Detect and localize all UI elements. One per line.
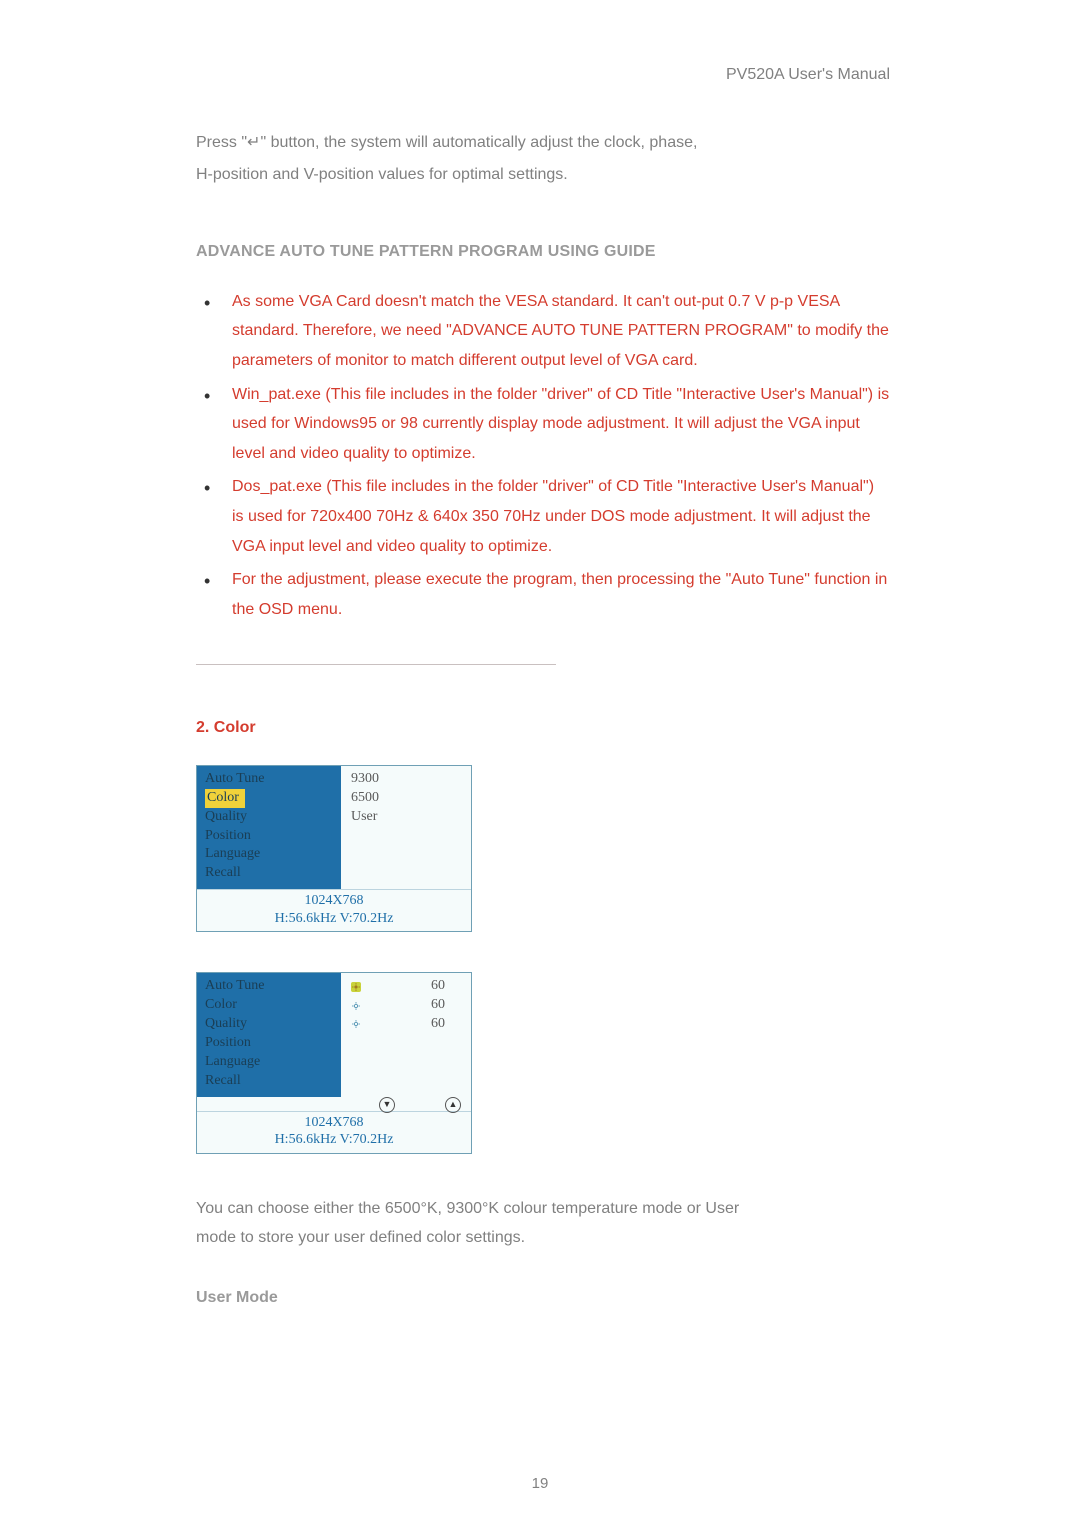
osd-menu-user-color: Auto Tune Color Quality Position Languag… bbox=[196, 972, 472, 1153]
osd-resolution: 1024X768 bbox=[197, 892, 471, 910]
osd-slider-row: 60 bbox=[351, 1015, 465, 1034]
osd-slider-row: 60 bbox=[351, 977, 465, 996]
osd-right-options: 9300 6500 User bbox=[341, 766, 471, 889]
arrow-down-icon: ▼ bbox=[379, 1097, 395, 1113]
osd-item-language: Language bbox=[205, 1053, 335, 1072]
section-2-color-heading: 2. Color bbox=[196, 713, 890, 743]
osd-item-color: Color bbox=[205, 996, 335, 1015]
user-mode-heading: User Mode bbox=[196, 1283, 890, 1313]
osd-item-color: Color bbox=[205, 789, 335, 808]
intro-text: Press " bbox=[196, 134, 247, 151]
arrow-up-icon: ▲ bbox=[445, 1097, 461, 1113]
osd-slider-value: 60 bbox=[431, 977, 445, 996]
osd-option: User bbox=[351, 808, 465, 827]
osd-item-quality: Quality bbox=[205, 808, 335, 827]
osd-left-menu: Auto Tune Color Quality Position Languag… bbox=[197, 973, 341, 1096]
osd-footer: 1024X768 H:56.6kHz V:70.2Hz bbox=[197, 1111, 471, 1153]
header-title: PV520A User's Manual bbox=[726, 60, 890, 90]
osd-option: 9300 bbox=[351, 770, 465, 789]
osd-item-auto-tune: Auto Tune bbox=[205, 770, 335, 789]
osd-slider-value: 60 bbox=[431, 996, 445, 1015]
osd-frequency: H:56.6kHz V:70.2Hz bbox=[197, 910, 471, 928]
intro-text: H-position and V-position values for opt… bbox=[196, 160, 890, 190]
outro-text: mode to store your user defined color se… bbox=[196, 1223, 890, 1253]
osd-right-sliders: 60 60 60 bbox=[341, 973, 471, 1096]
outro-paragraph: You can choose either the 6500°K, 9300°K… bbox=[196, 1194, 890, 1253]
outro-text: You can choose either the 6500°K, 9300°K… bbox=[196, 1194, 890, 1224]
osd-left-menu: Auto Tune Color Quality Position Languag… bbox=[197, 766, 341, 889]
list-item: Dos_pat.exe (This file includes in the f… bbox=[190, 472, 890, 561]
osd-item-quality: Quality bbox=[205, 1015, 335, 1034]
intro-text: " button, the system will automatically … bbox=[260, 134, 697, 151]
page-number: 19 bbox=[0, 1470, 1080, 1498]
osd-frequency: H:56.6kHz V:70.2Hz bbox=[197, 1131, 471, 1149]
sun-icon bbox=[351, 982, 361, 992]
osd-slider-value: 60 bbox=[431, 1015, 445, 1034]
advance-guide-heading: ADVANCE AUTO TUNE PATTERN PROGRAM USING … bbox=[196, 237, 890, 267]
osd-item-language: Language bbox=[205, 845, 335, 864]
osd-resolution: 1024X768 bbox=[197, 1114, 471, 1132]
osd-item-position: Position bbox=[205, 827, 335, 846]
divider bbox=[196, 664, 556, 665]
osd-nav-row: ▼ ▲ bbox=[197, 1097, 471, 1111]
osd-item-recall: Recall bbox=[205, 1072, 335, 1091]
osd-item-position: Position bbox=[205, 1034, 335, 1053]
list-item: As some VGA Card doesn't match the VESA … bbox=[190, 287, 890, 376]
osd-slider-row: 60 bbox=[351, 996, 465, 1015]
list-item: Win_pat.exe (This file includes in the f… bbox=[190, 380, 890, 469]
intro-paragraph: Press "↵" button, the system will automa… bbox=[190, 128, 890, 189]
document-page: PV520A User's Manual Press "↵" button, t… bbox=[0, 0, 1080, 1528]
advance-guide-list: As some VGA Card doesn't match the VESA … bbox=[190, 287, 890, 625]
sun-icon bbox=[351, 1019, 361, 1029]
list-item: For the adjustment, please execute the p… bbox=[190, 565, 890, 624]
enter-icon: ↵ bbox=[247, 134, 260, 151]
osd-item-auto-tune: Auto Tune bbox=[205, 977, 335, 996]
osd-item-recall: Recall bbox=[205, 864, 335, 883]
osd-option: 6500 bbox=[351, 789, 465, 808]
sun-icon bbox=[351, 1001, 361, 1011]
osd-footer: 1024X768 H:56.6kHz V:70.2Hz bbox=[197, 889, 471, 931]
osd-menu-color-options: Auto Tune Color Quality Position Languag… bbox=[196, 765, 472, 932]
